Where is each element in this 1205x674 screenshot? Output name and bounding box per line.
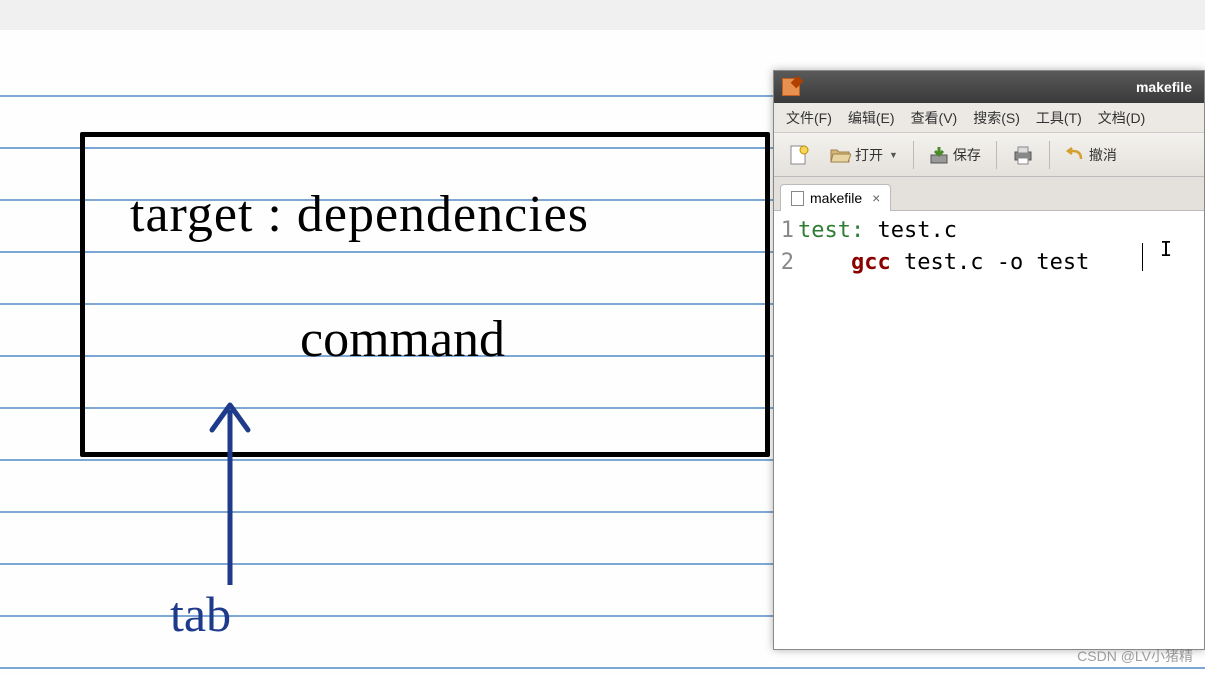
indent-token (798, 250, 851, 275)
deps-token: test.c (864, 218, 957, 243)
new-file-button[interactable] (782, 139, 816, 171)
save-icon (929, 145, 949, 165)
save-label: 保存 (953, 145, 981, 165)
window-title: makefile (1136, 79, 1196, 95)
undo-label: 撤消 (1089, 145, 1117, 165)
print-button[interactable] (1005, 140, 1041, 170)
file-tab-makefile[interactable]: makefile × (780, 184, 891, 211)
sketch-box (80, 132, 770, 457)
save-button[interactable]: 保存 (922, 140, 988, 170)
chevron-down-icon: ▼ (889, 150, 898, 160)
makefile-syntax-line1: target : dependencies (130, 185, 589, 244)
line-number: 2 (774, 247, 794, 279)
target-token: test: (798, 218, 864, 243)
undo-button[interactable]: 撤消 (1058, 140, 1124, 170)
command-token: gcc (851, 250, 891, 275)
window-titlebar[interactable]: makefile (774, 71, 1204, 103)
code-content[interactable]: test: test.c gcc test.c -o testI (798, 215, 1204, 649)
watermark: CSDN @LV小猪精 (1077, 646, 1193, 666)
menu-search[interactable]: 搜索(S) (967, 105, 1026, 131)
document-icon (791, 191, 804, 206)
makefile-syntax-line2: command (300, 310, 505, 369)
code-line-1: test: test.c (798, 215, 1204, 247)
close-tab-icon[interactable]: × (872, 191, 880, 205)
code-line-2: gcc test.c -o test (798, 247, 1204, 279)
args-token: test.c -o test (891, 250, 1090, 275)
arrow-icon (200, 395, 260, 595)
folder-open-icon (829, 146, 851, 164)
toolbar-separator (913, 141, 914, 169)
undo-icon (1065, 147, 1085, 163)
menu-documents[interactable]: 文档(D) (1092, 105, 1151, 131)
open-label: 打开 (855, 145, 883, 165)
tab-bar: makefile × (774, 177, 1204, 211)
menu-file[interactable]: 文件(F) (780, 105, 838, 131)
editor-window: makefile 文件(F) 编辑(E) 查看(V) 搜索(S) 工具(T) 文… (773, 70, 1205, 650)
tab-label: makefile (810, 190, 862, 206)
ibeam-cursor-icon: I (1160, 233, 1172, 265)
toolbar-separator (996, 141, 997, 169)
open-button[interactable]: 打开 ▼ (822, 140, 905, 170)
tab-annotation: tab (170, 585, 231, 643)
toolbar: 打开 ▼ 保存 撤消 (774, 133, 1204, 177)
menubar: 文件(F) 编辑(E) 查看(V) 搜索(S) 工具(T) 文档(D) (774, 103, 1204, 133)
line-number-gutter: 1 2 (774, 215, 798, 649)
line-number: 1 (774, 215, 794, 247)
menu-tools[interactable]: 工具(T) (1030, 105, 1088, 131)
text-caret (1142, 243, 1143, 271)
code-editor[interactable]: 1 2 test: test.c gcc test.c -o testI (774, 211, 1204, 649)
gedit-app-icon (782, 78, 800, 96)
toolbar-separator (1049, 141, 1050, 169)
menu-view[interactable]: 查看(V) (905, 105, 964, 131)
printer-icon (1012, 145, 1034, 165)
new-file-icon (789, 144, 809, 166)
menu-edit[interactable]: 编辑(E) (842, 105, 901, 131)
